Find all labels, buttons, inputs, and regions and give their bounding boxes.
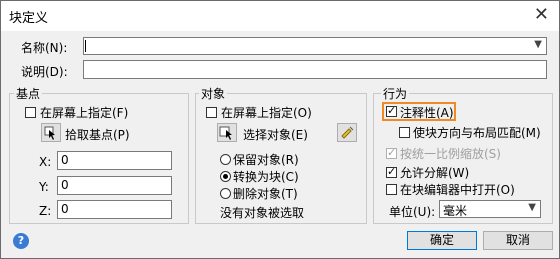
basepoint-onscreen-label[interactable]: 在屏幕上指定(F) <box>40 104 128 121</box>
window-title: 块定义 <box>9 11 49 26</box>
z-input[interactable]: 0 <box>57 200 172 219</box>
delete-radio[interactable] <box>220 188 231 199</box>
retain-label[interactable]: 保留对象(R) <box>233 151 299 168</box>
retain-radio[interactable] <box>220 154 231 165</box>
name-label: 名称(N): <box>21 41 68 55</box>
unit-label: 单位(U): <box>389 205 436 219</box>
objects-group-title: 对象 <box>199 85 228 102</box>
ok-button[interactable]: 确定 <box>407 231 477 250</box>
open-editor-label[interactable]: 在块编辑器中打开(O) <box>400 181 515 198</box>
annotative-label[interactable]: 注释性(A) <box>400 104 454 121</box>
basepoint-onscreen-checkbox[interactable] <box>25 107 36 118</box>
behavior-group-title: 行为 <box>381 85 410 102</box>
text-caret <box>85 40 86 52</box>
cancel-button[interactable]: 取消 <box>483 231 553 250</box>
help-icon[interactable]: ? <box>13 233 29 249</box>
description-input[interactable] <box>83 60 547 79</box>
name-combobox[interactable]: ▼ <box>83 37 547 55</box>
allow-explode-checkbox[interactable] <box>386 165 397 178</box>
chevron-down-icon[interactable]: ▼ <box>528 202 536 213</box>
x-input[interactable]: 0 <box>57 151 172 170</box>
selection-status: 没有对象被选取 <box>220 206 305 220</box>
match-orientation-checkbox[interactable] <box>399 127 410 138</box>
y-input[interactable]: 0 <box>57 176 172 195</box>
objects-onscreen-label[interactable]: 在屏幕上指定(O) <box>221 104 312 121</box>
unit-value: 毫米 <box>443 204 468 218</box>
title-bar: 块定义 ✕ <box>1 1 559 31</box>
pick-point-label[interactable]: 拾取基点(P) <box>65 126 130 143</box>
x-label: X: <box>39 155 52 169</box>
quick-select-icon[interactable] <box>337 123 357 142</box>
z-label: Z: <box>39 204 52 218</box>
allow-explode-label[interactable]: 允许分解(W) <box>400 164 469 181</box>
delete-label[interactable]: 删除对象(T) <box>233 185 298 202</box>
convert-radio[interactable] <box>220 171 231 182</box>
close-icon[interactable]: ✕ <box>534 4 549 25</box>
pick-point-icon[interactable] <box>41 123 61 142</box>
block-definition-dialog: 块定义 ✕ 名称(N): ▼ 说明(D): 基点 在屏幕上指定(F) 拾取基点(… <box>0 0 560 259</box>
y-label: Y: <box>39 180 49 194</box>
open-editor-checkbox[interactable] <box>386 184 397 195</box>
unit-select[interactable]: 毫米 ▼ <box>439 200 541 218</box>
description-label: 说明(D): <box>21 65 68 79</box>
convert-label[interactable]: 转换为块(C) <box>233 168 299 185</box>
select-objects-label[interactable]: 选择对象(E) <box>243 126 308 143</box>
chevron-down-icon[interactable]: ▼ <box>534 39 542 50</box>
scale-uniform-label: 按统一比例缩放(S) <box>400 147 501 161</box>
match-orientation-label[interactable]: 使块方向与布局匹配(M) <box>413 124 541 141</box>
select-objects-icon[interactable] <box>217 123 237 142</box>
basepoint-group-title: 基点 <box>14 85 43 102</box>
annotative-checkbox[interactable] <box>386 104 397 117</box>
scale-uniform-checkbox <box>386 146 397 159</box>
objects-onscreen-checkbox[interactable] <box>206 107 217 118</box>
